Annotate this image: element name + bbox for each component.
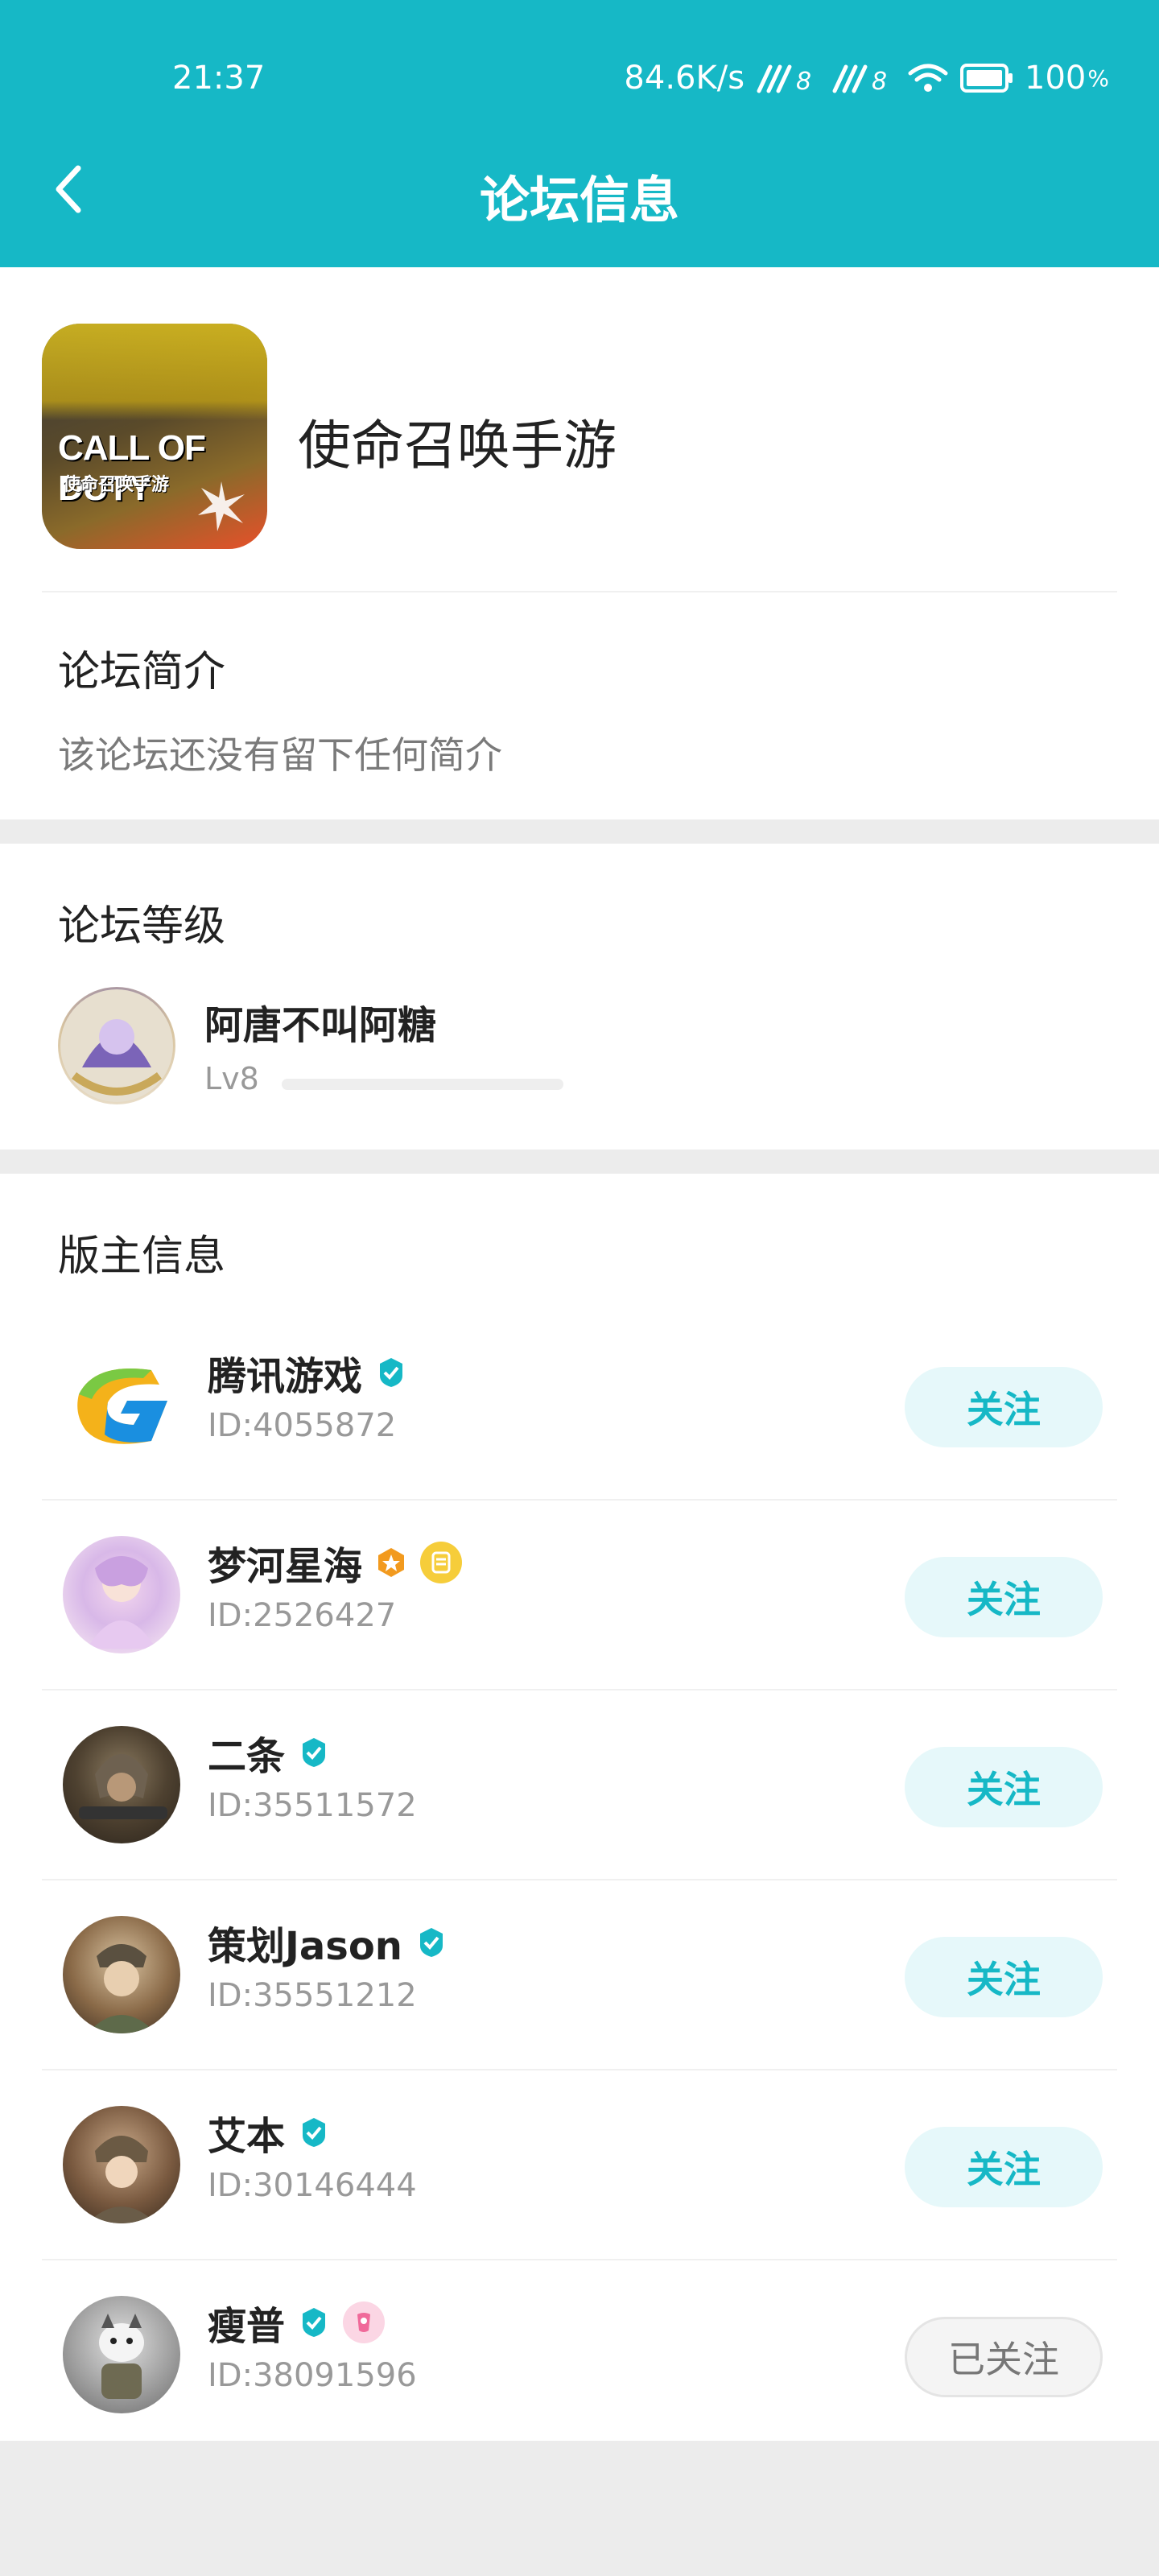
wifi-icon <box>908 64 948 92</box>
avatar-image <box>79 1754 167 1819</box>
nav-bar: 论坛信息 <box>0 153 1159 229</box>
battery-icon <box>960 64 1013 93</box>
avatar-image <box>87 2136 156 2223</box>
moderator-id: ID:30146444 <box>208 2167 417 2204</box>
list-item[interactable]: 策划Jason ID:35551212 关注 <box>0 1880 1159 2070</box>
moderator-name-text: 二条 <box>208 1734 286 1779</box>
moderator-name: 艾本 <box>208 2104 330 2161</box>
moderator-name-text: 瘦普 <box>208 2304 286 2349</box>
avatar-image <box>60 989 173 1102</box>
list-item[interactable]: 梦河星海 ID:2526427 关注 <box>0 1501 1159 1690</box>
percent-sign-icon: % <box>1087 64 1109 92</box>
moderator-id: ID:2526427 <box>208 1597 397 1634</box>
follow-button[interactable]: 关注 <box>905 2127 1103 2207</box>
svg-text:8: 8 <box>872 68 887 94</box>
avatar[interactable] <box>63 1536 180 1653</box>
moderator-name: 二条 <box>208 1724 330 1781</box>
verified-icon <box>303 1738 326 1767</box>
battery-level: 100 <box>1025 60 1087 97</box>
tencent-star-icon <box>198 481 245 531</box>
tencent-games-logo-icon <box>77 1368 167 1444</box>
top-bar: 21:37 84.6K/s 8 8 100% 论坛信息 <box>0 0 1159 267</box>
intro-text: 该论坛还没有留下任何简介 <box>58 733 502 777</box>
svg-text:8: 8 <box>796 68 811 94</box>
level-user-name[interactable]: 阿唐不叫阿糖 <box>204 993 436 1050</box>
divider <box>42 591 1117 592</box>
game-icon: CALL OF DUTY 使命召唤手游 <box>42 324 267 549</box>
game-icon-subtitle: 使命召唤手游 <box>63 475 170 495</box>
list-item[interactable]: 艾本 ID:30146444 关注 <box>0 2070 1159 2260</box>
icon-highlight <box>42 324 267 420</box>
network-speed: 84.6K/s <box>624 60 745 97</box>
moderator-name: 瘦普 <box>208 2294 386 2351</box>
verified-icon <box>303 2118 326 2147</box>
forum-info-card: CALL OF DUTY 使命召唤手游 使命召唤手游 论坛简介 该论坛还没有留下… <box>0 267 1159 819</box>
avatar[interactable] <box>63 1346 180 1463</box>
moderator-id: ID:4055872 <box>208 1407 397 1444</box>
signal-icon-2: 8 <box>832 64 887 94</box>
status-time: 21:37 <box>172 60 266 97</box>
moderator-name: 梦河星海 <box>208 1534 463 1591</box>
follow-button[interactable]: 关注 <box>905 1367 1103 1447</box>
signal-icon: 8 <box>757 64 811 94</box>
avatar[interactable] <box>63 1916 180 2033</box>
star-badge-icon <box>378 1548 405 1577</box>
forum-name: 使命召唤手游 <box>298 415 617 477</box>
moderator-name-text: 梦河星海 <box>208 1544 363 1589</box>
follow-button[interactable]: 关注 <box>905 1557 1103 1637</box>
moderator-name: 腾讯游戏 <box>208 1344 407 1401</box>
status-right: 84.6K/s 8 8 100% <box>624 60 1109 97</box>
avatar-image <box>99 2314 144 2399</box>
level-progress-bar <box>282 1079 563 1090</box>
followed-button[interactable]: 已关注 <box>905 2317 1103 2397</box>
moderator-id: ID:35511572 <box>208 1787 417 1824</box>
verified-icon <box>380 1358 403 1387</box>
list-item[interactable]: 瘦普 ID:38091596 已关注 <box>0 2260 1159 2450</box>
level-label: Lv8 <box>204 1061 259 1096</box>
page-title: 论坛信息 <box>479 171 679 229</box>
follow-button[interactable]: 关注 <box>905 1937 1103 2017</box>
follow-button[interactable]: 关注 <box>905 1747 1103 1827</box>
avatar[interactable] <box>63 1726 180 1843</box>
avatar-image <box>87 1556 156 1649</box>
level-title: 论坛等级 <box>58 902 226 951</box>
moderator-name-text: 腾讯游戏 <box>208 1354 363 1399</box>
avatar-image <box>87 1944 156 2033</box>
verified-icon <box>303 2308 326 2337</box>
moderators-title: 版主信息 <box>58 1232 226 1281</box>
pink-badge-icon <box>343 2301 386 2343</box>
moderator-name: 策划Jason <box>208 1914 448 1971</box>
list-item[interactable]: 腾讯游戏 ID:4055872 关注 <box>0 1311 1159 1501</box>
moderator-id: ID:35551212 <box>208 1977 417 2014</box>
verified-icon <box>419 1928 443 1957</box>
list-item[interactable]: 二条 ID:35511572 关注 <box>0 1690 1159 1880</box>
moderator-name-text: 艾本 <box>208 2114 286 2159</box>
moderators-card: 版主信息 腾讯游戏 ID:4055872 关注 梦河星海 ID:2526427 … <box>0 1174 1159 2441</box>
forum-level-card: 论坛等级 阿唐不叫阿糖 Lv8 <box>0 844 1159 1150</box>
moderator-id: ID:38091596 <box>208 2357 417 2394</box>
moderator-name-text: 策划Jason <box>208 1924 402 1969</box>
avatar[interactable] <box>63 2296 180 2413</box>
status-bar: 21:37 84.6K/s 8 8 100% <box>0 55 1159 103</box>
avatar[interactable] <box>63 2106 180 2223</box>
intro-title: 论坛简介 <box>58 648 226 696</box>
medal-icon <box>420 1542 463 1583</box>
avatar[interactable] <box>58 987 175 1104</box>
